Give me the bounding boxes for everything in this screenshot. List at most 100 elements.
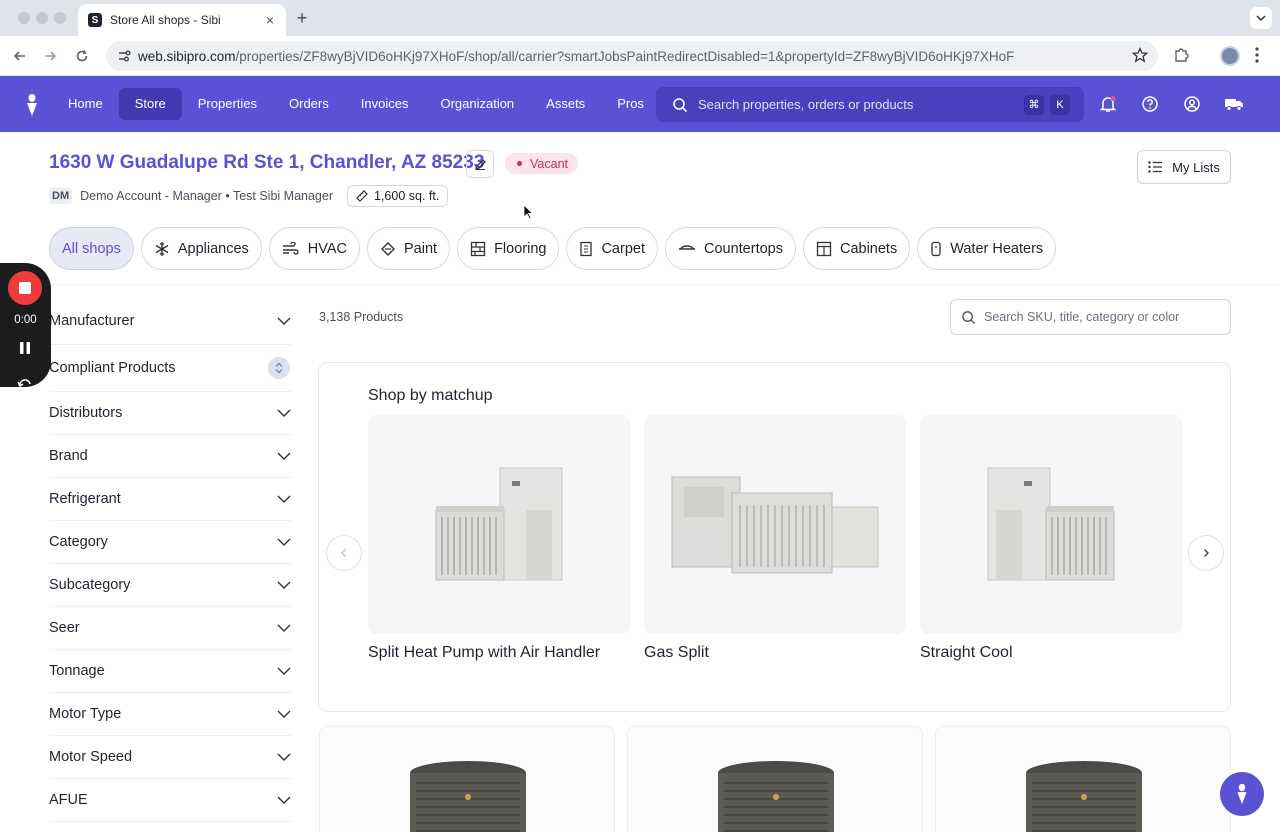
screen-recorder-widget: 0:00 <box>0 263 51 388</box>
countertops-icon <box>678 243 704 255</box>
my-lists-button[interactable]: My Lists <box>1137 150 1231 184</box>
url-text: web.sibipro.com/properties/ZF8wyBjVID6oH… <box>138 48 1015 64</box>
filter-brand[interactable]: Brand <box>49 435 291 478</box>
browser-tab[interactable]: S Store All shops - Sibi × <box>78 4 286 36</box>
shop-chip-countertops[interactable]: Countertops <box>664 227 796 270</box>
shop-chip-cabinets[interactable]: Cabinets <box>802 227 911 270</box>
filter-seer[interactable]: Seer <box>49 607 291 650</box>
condenser-unit-image <box>718 761 834 832</box>
forward-button[interactable] <box>40 46 60 66</box>
sku-search-placeholder: Search SKU, title, category or color <box>984 310 1180 324</box>
account-name: Demo Account - Manager • Test Sibi Manag… <box>80 189 333 203</box>
water-heaters-icon <box>930 241 950 257</box>
my-lists-label: My Lists <box>1172 159 1220 175</box>
nav-link-organization[interactable]: Organization <box>424 88 530 120</box>
address-bar[interactable]: web.sibipro.com/properties/ZF8wyBjVID6oH… <box>106 41 1158 71</box>
nav-link-pros[interactable]: Pros <box>601 88 660 120</box>
pause-recording-button[interactable] <box>19 341 31 360</box>
carousel-next-button[interactable] <box>1188 535 1224 571</box>
filter-motor-speed[interactable]: Motor Speed <box>49 736 291 779</box>
reload-button[interactable] <box>72 46 92 66</box>
nav-link-properties[interactable]: Properties <box>182 88 273 120</box>
matchup-section-title: Shop by matchup <box>368 387 493 404</box>
nav-link-orders[interactable]: Orders <box>273 88 345 120</box>
new-tab-button[interactable]: + <box>294 8 310 29</box>
filter-label: AFUE <box>49 792 88 808</box>
profile-avatar[interactable] <box>1220 46 1240 66</box>
shop-chip-all-shops[interactable]: All shops <box>49 227 134 270</box>
nav-link-assets[interactable]: Assets <box>530 88 601 120</box>
filter-label: Tonnage <box>49 663 105 679</box>
chevron-down-icon <box>277 581 291 589</box>
filter-afue[interactable]: AFUE <box>49 779 291 822</box>
chevron-down-icon <box>277 452 291 460</box>
carousel-prev-button[interactable] <box>326 535 362 571</box>
sku-search-input[interactable]: Search SKU, title, category or color <box>950 299 1231 335</box>
chevron-down-icon <box>277 538 291 546</box>
filter-label: Motor Type <box>49 706 122 722</box>
matchup-item[interactable]: Straight Cool <box>920 415 1182 662</box>
filter-tonnage[interactable]: Tonnage <box>49 650 291 693</box>
tab-close-icon[interactable]: × <box>262 12 278 28</box>
filter-label: Subcategory <box>49 577 131 593</box>
notifications-bell-icon[interactable] <box>1098 94 1118 114</box>
shop-chip-water-heaters[interactable]: Water Heaters <box>917 227 1057 270</box>
global-search-input[interactable]: Search properties, orders or products ⌘ … <box>656 87 1084 122</box>
filter-distributors[interactable]: Distributors <box>49 392 291 435</box>
edit-property-button[interactable] <box>466 150 494 178</box>
sort-toggle-icon[interactable] <box>268 357 290 379</box>
help-icon[interactable] <box>1140 94 1160 114</box>
heat-pump-air-handler-image <box>368 415 630 634</box>
filter-refrigerant[interactable]: Refrigerant <box>49 478 291 521</box>
filter-label: Seer <box>49 620 80 636</box>
filter-label: Compliant Products <box>49 360 176 376</box>
truck-icon[interactable] <box>1224 94 1244 114</box>
square-footage-badge: 1,600 sq. ft. <box>347 185 449 207</box>
chat-support-button[interactable] <box>1220 772 1264 816</box>
window-close-button[interactable] <box>18 12 30 24</box>
matchup-label: Gas Split <box>644 644 709 661</box>
back-button[interactable] <box>10 46 30 66</box>
shop-chip-paint[interactable]: Paint <box>367 227 451 270</box>
filter-category[interactable]: Category <box>49 521 291 564</box>
window-minimize-button[interactable] <box>36 12 48 24</box>
sibi-logo-icon[interactable] <box>24 92 40 116</box>
product-card[interactable] <box>319 726 615 832</box>
shop-chip-label: Flooring <box>494 240 547 257</box>
shop-chip-label: Appliances <box>177 240 249 257</box>
filter-motor-type[interactable]: Motor Type <box>49 693 291 736</box>
nav-link-invoices[interactable]: Invoices <box>345 88 425 120</box>
chevron-down-icon <box>277 796 291 804</box>
shop-chip-hvac[interactable]: HVAC <box>268 227 360 270</box>
condenser-unit-image <box>410 761 526 832</box>
tab-search-button[interactable] <box>1250 7 1272 29</box>
bookmark-star-icon[interactable] <box>1131 46 1149 68</box>
filter-label: Motor Speed <box>49 749 133 765</box>
chevron-down-icon <box>277 409 291 417</box>
sibi-favicon-icon: S <box>88 13 102 27</box>
nav-link-store[interactable]: Store <box>118 88 182 120</box>
filter-compliant-products[interactable]: Compliant Products <box>49 345 291 392</box>
product-card[interactable] <box>935 726 1231 832</box>
chevron-down-icon <box>277 317 291 325</box>
matchup-item[interactable]: Split Heat Pump with Air Handler <box>368 415 630 662</box>
matchup-item[interactable]: Gas Split <box>644 415 906 662</box>
shop-chip-appliances[interactable]: Appliances <box>140 227 262 270</box>
nav-link-home[interactable]: Home <box>52 88 119 120</box>
property-address-title[interactable]: 1630 W Guadalupe Rd Ste 1, Chandler, AZ … <box>49 152 484 174</box>
filter-manufacturer[interactable]: Manufacturer <box>49 298 291 345</box>
shop-chip-flooring[interactable]: Flooring <box>457 227 560 270</box>
paint-icon <box>380 241 404 257</box>
filter-subcategory[interactable]: Subcategory <box>49 564 291 607</box>
site-info-icon[interactable] <box>116 48 132 64</box>
divider <box>0 284 1280 285</box>
tab-title: Store All shops - Sibi <box>110 13 221 27</box>
stop-recording-button[interactable] <box>8 271 42 305</box>
browser-menu-icon[interactable] <box>1254 46 1260 69</box>
account-icon[interactable] <box>1182 94 1202 114</box>
shop-chip-carpet[interactable]: Carpet <box>566 227 658 270</box>
undo-recording-icon[interactable] <box>17 375 33 393</box>
product-card[interactable] <box>627 726 923 832</box>
extensions-puzzle-icon[interactable] <box>1172 46 1190 69</box>
window-zoom-button[interactable] <box>54 12 66 24</box>
